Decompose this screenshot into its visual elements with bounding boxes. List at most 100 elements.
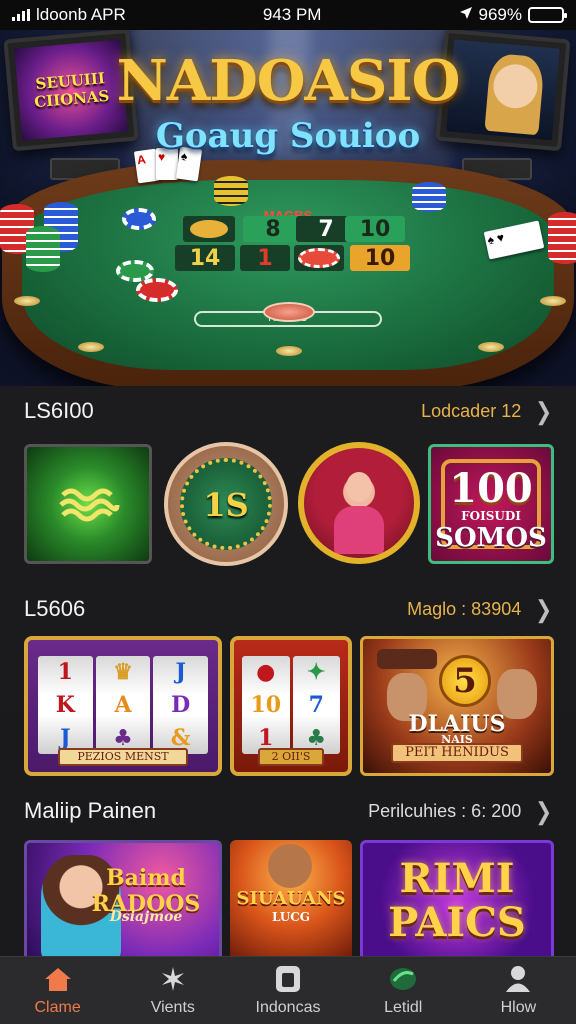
slot-reel: ✦ 7 ♣ <box>292 656 340 754</box>
chevron-right-icon: ❯ <box>535 798 552 825</box>
reel-symbol: 10 <box>250 691 282 718</box>
slot-reels: 1 K J ♛ A ♣ J D & <box>38 656 209 754</box>
hat-icon <box>377 649 437 669</box>
slot-reel: J D & <box>153 656 209 754</box>
nav-home[interactable]: Clame <box>0 957 115 1024</box>
section-header-1: LS6I00 Lodcader 12 ❯ <box>24 396 552 426</box>
reel-symbol: A <box>114 691 132 718</box>
game-tile-bonus[interactable]: 100 FOISUDI SOMOS <box>428 444 554 564</box>
chip-tray <box>263 302 315 322</box>
bottom-nav: Clame Vients Indoncas Letidl Hlow <box>0 956 576 1024</box>
hero-banner[interactable]: SEUUIII CIIONAS MAGBS 8 7 10 14 1 10 HAS… <box>0 30 576 386</box>
status-left: ldoonb APR <box>12 5 126 25</box>
nav-letidl[interactable]: Letidl <box>346 957 461 1024</box>
slot-reels: ● 10 1 ✦ 7 ♣ <box>242 656 340 754</box>
reel-symbol: ♣ <box>113 724 133 751</box>
bonus-subtext: FOISUDI <box>461 509 521 523</box>
game-tile-waves[interactable] <box>24 444 152 564</box>
g2-subtitle: LUCG <box>271 910 311 924</box>
reel-symbol: 1 <box>57 659 73 686</box>
reel-symbol: D <box>171 691 191 718</box>
table-cell: 10 <box>350 245 410 271</box>
slot-plaque: PEIT HENIDUS <box>391 743 523 763</box>
table-cell: 14 <box>175 245 235 271</box>
status-bar: ldoonb APR 943 PM 969% <box>0 0 576 30</box>
bonus-number: 100 <box>449 465 533 512</box>
nav-label: Indoncas <box>255 998 321 1016</box>
chip-stack <box>548 212 576 264</box>
poker-chip <box>122 208 156 230</box>
nav-games[interactable]: Indoncas <box>230 957 345 1024</box>
chip-stack <box>26 226 60 272</box>
chip-stack <box>214 176 248 206</box>
battery-icon <box>528 7 567 23</box>
slot-reel: ● 10 1 <box>242 656 290 754</box>
game-tile-street[interactable]: SIUAUANS LUCG <box>230 840 352 960</box>
g3-title: RIMI PAICS <box>388 855 526 946</box>
table-cell: 1 <box>240 245 290 271</box>
leaf-icon <box>386 965 420 993</box>
chevron-right-icon: ❯ <box>535 398 552 425</box>
signal-icon <box>12 9 30 21</box>
game-tile-rimi[interactable]: RIMI PAICS <box>360 840 554 960</box>
table-peg <box>14 296 40 306</box>
home-icon <box>41 965 75 993</box>
nav-profile[interactable]: Hlow <box>461 957 576 1024</box>
hero-title: NADOASIO <box>116 48 461 114</box>
reel-symbol: 7 <box>308 691 324 718</box>
game-tile-hostess[interactable] <box>298 442 420 564</box>
table-cell: 10 <box>345 216 405 242</box>
section-link[interactable]: Maglo : 83904 ❯ <box>407 596 552 623</box>
coin-text: 1S <box>203 486 249 524</box>
table-peg <box>540 296 566 306</box>
slot-plaque: 2 OII'S <box>258 748 324 766</box>
reel-symbol: K <box>55 691 75 718</box>
game-tile-coin[interactable]: 1S <box>164 442 288 566</box>
nav-label: Clame <box>34 998 81 1016</box>
reel-symbol: 1 <box>258 724 274 751</box>
casino-app-screen: ldoonb APR 943 PM 969% SEUUIII CIIONAS M… <box>0 0 576 1024</box>
table-peg <box>276 346 302 356</box>
game-tile-glam[interactable]: Baimd RADOOS Dsiajmoe <box>24 840 222 960</box>
nav-label: Letidl <box>384 998 423 1016</box>
g1-subtitle: Dsiajmoe <box>109 909 183 925</box>
g2-title: SIUAUANS <box>236 888 346 909</box>
chip-stack <box>412 182 446 212</box>
section-link[interactable]: Lodcader 12 ❯ <box>421 398 552 425</box>
section-title: Maliip Painen <box>24 798 157 823</box>
section-link-label: Lodcader 12 <box>421 400 522 421</box>
poker-chip <box>136 278 178 302</box>
section-title: LS6I00 <box>24 398 94 423</box>
table-cell: 8 <box>243 216 303 242</box>
nav-label: Hlow <box>500 998 537 1016</box>
reel-symbol: ♣ <box>306 724 327 751</box>
reel-symbol: ♛ <box>113 659 133 686</box>
hero-subtitle: Goaug Souioo <box>155 116 421 156</box>
slot-plaque: PEZIOS MENST <box>58 748 188 766</box>
location-arrow-icon <box>459 5 473 25</box>
status-right: 969% <box>459 5 567 25</box>
game-tile-slot-fruit[interactable]: ● 10 1 ✦ 7 ♣ 2 OII'S <box>230 636 352 776</box>
section-header-2: L5606 Maglo : 83904 ❯ <box>24 594 552 624</box>
roulette-chip-cell <box>294 245 344 271</box>
reel-symbol: J <box>60 724 71 751</box>
section-link[interactable]: Perilcuhies : 6: 200 ❯ <box>368 798 552 825</box>
section-link-label: Perilcuhies : 6: 200 <box>368 800 522 821</box>
table-peg <box>478 342 504 352</box>
reel-symbol: ✦ <box>307 659 326 686</box>
reel-symbol: J <box>175 659 186 686</box>
chevron-right-icon: ❯ <box>535 596 552 623</box>
game-tile-dealers[interactable]: 5 DLAIUS NAIS PEIT HENIDUS <box>360 636 554 776</box>
nav-events[interactable]: Vients <box>115 957 230 1024</box>
section-link-label: Maglo : 83904 <box>407 598 522 619</box>
slot-machine-icon <box>271 965 305 993</box>
slot-reel: ♛ A ♣ <box>95 656 151 754</box>
coin-face: 1S <box>180 458 272 550</box>
table-coin-cell <box>183 216 235 242</box>
battery-percent: 969% <box>478 5 522 24</box>
person-icon <box>501 965 535 993</box>
section-header-3: Maliip Painen Perilcuhies : 6: 200 ❯ <box>24 796 552 826</box>
game-tile-slot-classic[interactable]: 1 K J ♛ A ♣ J D & PEZIOS MENST <box>24 636 222 776</box>
waves-icon <box>59 488 120 522</box>
clock: 943 PM <box>262 5 322 24</box>
